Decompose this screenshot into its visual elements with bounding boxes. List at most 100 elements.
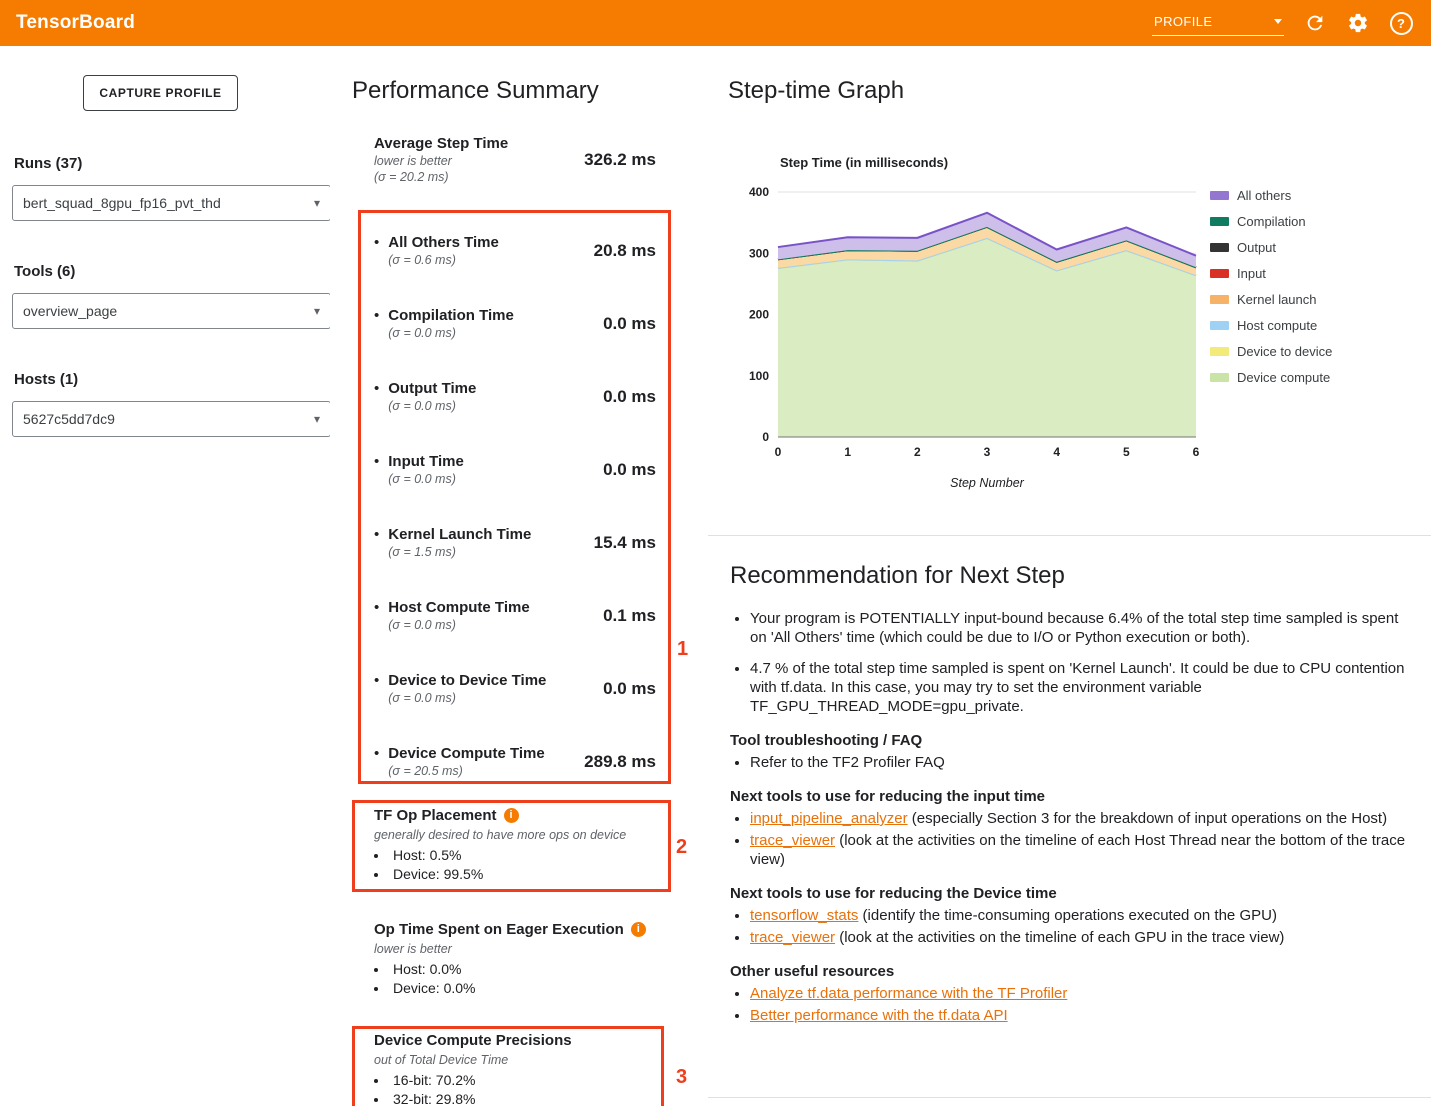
legend-label: Host compute [1237, 318, 1317, 333]
metric-label: Input Time [388, 452, 464, 471]
section-heading: Tool troubleshooting / FAQ [730, 731, 1418, 750]
recommendation-text: (identify the time-consuming operations … [858, 907, 1277, 924]
bullet-dot: • [374, 379, 379, 398]
link-trace-viewer[interactable]: trace_viewer [750, 929, 835, 946]
svg-text:2: 2 [914, 445, 921, 459]
hosts-dropdown[interactable]: 5627c5dd7dc9 ▾ [12, 401, 331, 437]
capture-profile-button[interactable]: CAPTURE PROFILE [83, 75, 238, 111]
metric-row: •All Others Time(σ = 0.6 ms)20.8 ms [374, 214, 656, 287]
annotation-label-3: 3 [676, 1066, 687, 1089]
recommendation-item: Your program is POTENTIALLY input-bound … [750, 609, 1418, 647]
section-heading: Next tools to use for reducing the Devic… [730, 884, 1418, 903]
main-panel: Step-time Graph Step Time (in millisecon… [708, 46, 1431, 1106]
link-better-performance-with-the-tf-data-api[interactable]: Better performance with the tf.data API [750, 1007, 1008, 1024]
chevron-down-icon: ▾ [314, 412, 320, 426]
section-list: tensorflow_stats (identify the time-cons… [730, 906, 1418, 947]
info-icon[interactable]: i [504, 808, 519, 823]
svg-text:400: 400 [749, 185, 769, 199]
refresh-button[interactable] [1303, 11, 1327, 35]
average-step-time: Average Step Time lower is better (σ = 2… [374, 134, 656, 185]
recommendation-item: Refer to the TF2 Profiler FAQ [750, 753, 1418, 772]
settings-button[interactable] [1346, 11, 1370, 35]
bullet-dot: • [374, 598, 379, 617]
legend-label: All others [1237, 188, 1291, 203]
metric-row: •Input Time(σ = 0.0 ms)0.0 ms [374, 433, 656, 506]
metric-label: Compilation Time [388, 306, 514, 325]
sidebar: CAPTURE PROFILE Runs (37) bert_squad_8gp… [0, 46, 331, 1106]
eager-execution-note: lower is better [374, 941, 656, 957]
header-actions: PROFILE ? [1152, 11, 1413, 36]
metric-sigma: (σ = 0.0 ms) [388, 471, 464, 487]
link-trace-viewer[interactable]: trace_viewer [750, 832, 835, 849]
section-list: input_pipeline_analyzer (especially Sect… [730, 809, 1418, 869]
metric-value: 0.0 ms [603, 387, 656, 407]
link-tensorflow-stats[interactable]: tensorflow_stats [750, 907, 858, 924]
list-item: Device: 99.5% [374, 865, 656, 884]
recommendation-item: tensorflow_stats (identify the time-cons… [750, 906, 1418, 925]
recommendation-content: Your program is POTENTIALLY input-bound … [730, 597, 1418, 1028]
svg-text:0: 0 [775, 445, 782, 459]
metric-row: •Device Compute Time(σ = 20.5 ms)289.8 m… [374, 725, 656, 798]
bullet-dot: • [374, 671, 379, 690]
legend-item-device-to-device: Device to device [1210, 344, 1332, 359]
svg-text:6: 6 [1193, 445, 1200, 459]
metric-sigma: (σ = 0.0 ms) [388, 617, 529, 633]
average-step-time-note: lower is better [374, 153, 584, 169]
svg-text:100: 100 [749, 369, 769, 383]
link-input-pipeline-analyzer[interactable]: input_pipeline_analyzer [750, 810, 908, 827]
tf-op-placement-list: Host: 0.5%Device: 99.5% [360, 846, 656, 884]
average-step-time-label: Average Step Time [374, 134, 584, 153]
help-button[interactable]: ? [1389, 11, 1413, 35]
average-step-time-value: 326.2 ms [584, 150, 656, 170]
info-icon[interactable]: i [631, 922, 646, 937]
device-compute-precisions-title: Device Compute Precisions [374, 1031, 572, 1050]
list-item: Host: 0.5% [374, 846, 656, 865]
device-compute-precisions-list: 16-bit: 70.2%32-bit: 29.8% [360, 1071, 656, 1106]
recommendation-item: Analyze tf.data performance with the TF … [750, 984, 1418, 1003]
recommendation-text: Refer to the TF2 Profiler FAQ [750, 754, 945, 771]
list-item: 16-bit: 70.2% [374, 1071, 656, 1090]
device-compute-precisions-note: out of Total Device Time [374, 1052, 656, 1068]
legend-swatch [1210, 243, 1229, 252]
dashboard-selector-value: PROFILE [1154, 14, 1212, 29]
metric-row: •Device to Device Time(σ = 0.0 ms)0.0 ms [374, 652, 656, 725]
legend-label: Input [1237, 266, 1266, 281]
dashboard-selector[interactable]: PROFILE [1152, 11, 1284, 36]
tools-dropdown-value: overview_page [23, 303, 117, 319]
metric-value: 15.4 ms [594, 533, 656, 553]
list-item: Host: 0.0% [374, 960, 656, 979]
legend-swatch [1210, 217, 1229, 226]
recommendation-bullets: Your program is POTENTIALLY input-bound … [730, 609, 1418, 716]
recommendation-sections: Tool troubleshooting / FAQ Refer to the T… [730, 731, 1418, 1025]
chevron-down-icon: ▾ [314, 196, 320, 210]
section-heading: Other useful resources [730, 962, 1418, 981]
bullet-dot: • [374, 306, 379, 325]
metric-label: Device Compute Time [388, 744, 544, 763]
hosts-dropdown-value: 5627c5dd7dc9 [23, 411, 115, 427]
legend-swatch [1210, 269, 1229, 278]
recommendation-item: 4.7 % of the total step time sampled is … [750, 659, 1418, 716]
performance-summary-panel: Performance Summary Average Step Time lo… [330, 46, 709, 1106]
legend-item-device-compute: Device compute [1210, 370, 1332, 385]
chart-legend: All othersCompilationOutputInputKernel l… [1210, 188, 1332, 396]
legend-swatch [1210, 191, 1229, 200]
tf-op-placement-note: generally desired to have more ops on de… [374, 827, 656, 843]
annotation-label-2: 2 [676, 836, 687, 859]
tf-op-placement-title: TF Op Placement [374, 806, 497, 825]
metric-value: 0.0 ms [603, 314, 656, 334]
tf-op-placement: TF Op Placement i generally desired to h… [360, 806, 656, 884]
tools-label: Tools (6) [14, 263, 75, 280]
link-analyze-tf-data-performance-with-the-tf-profiler[interactable]: Analyze tf.data performance with the TF … [750, 985, 1067, 1002]
svg-text:1: 1 [844, 445, 851, 459]
legend-item-host-compute: Host compute [1210, 318, 1332, 333]
bullet-dot: • [374, 525, 379, 544]
svg-text:0: 0 [762, 430, 769, 444]
legend-swatch [1210, 373, 1229, 382]
list-item: 32-bit: 29.8% [374, 1090, 656, 1106]
runs-dropdown[interactable]: bert_squad_8gpu_fp16_pvt_thd ▾ [12, 185, 331, 221]
tools-dropdown[interactable]: overview_page ▾ [12, 293, 331, 329]
metric-sigma: (σ = 0.6 ms) [388, 252, 499, 268]
tensorboard-app: TensorBoard PROFILE ? CAPTURE PROFILE Ru… [0, 0, 1431, 1106]
section-list: Analyze tf.data performance with the TF … [730, 984, 1418, 1025]
performance-summary-title: Performance Summary [352, 77, 599, 105]
